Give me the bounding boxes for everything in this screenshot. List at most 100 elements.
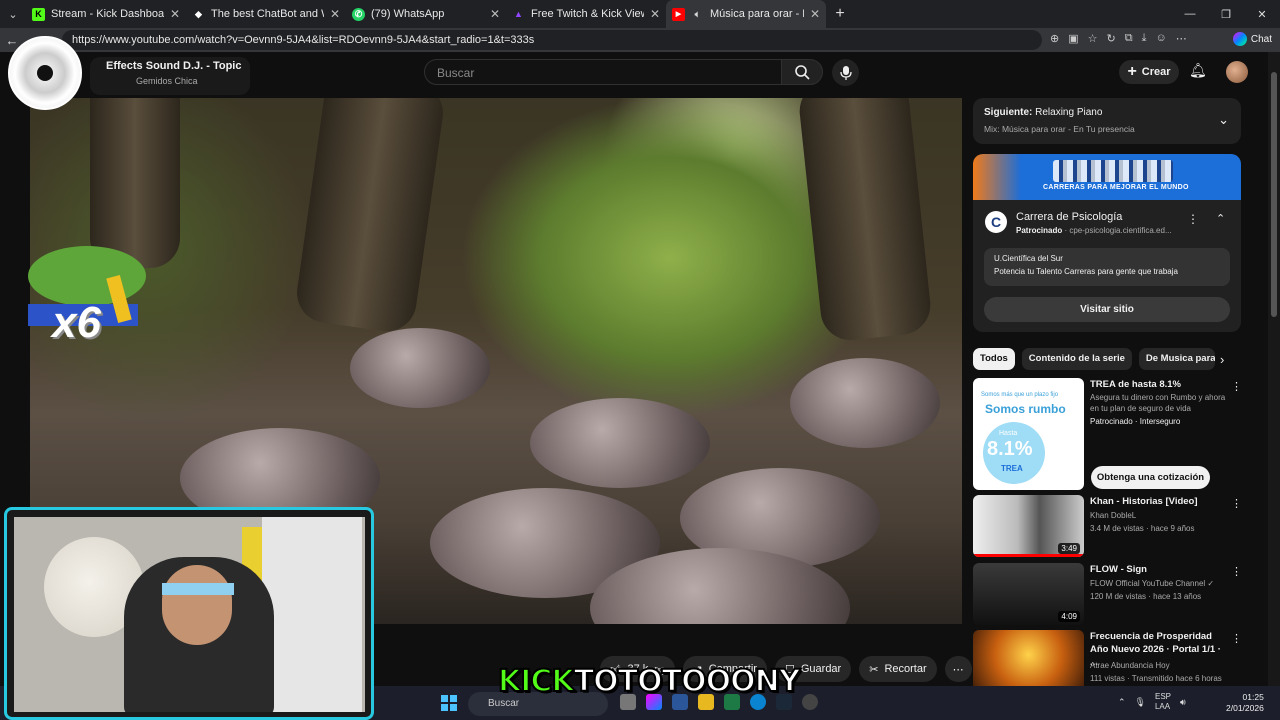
tab-youtube[interactable]: ▶ 🔈︎ Música para orar - En Tu prese ✕	[666, 0, 826, 28]
next-up-mix: Mix: Música para orar - En Tu presencia	[984, 124, 1135, 134]
search-button[interactable]	[781, 59, 823, 85]
tab-viewers[interactable]: ▲ Free Twitch & Kick Viewers - Try 1 ✕	[506, 0, 666, 28]
minimize-icon[interactable]: —	[1172, 0, 1208, 28]
tree-trunk	[796, 98, 934, 344]
ad-advertiser: U.Científica del Sur	[994, 254, 1063, 263]
disc-hole	[37, 65, 53, 81]
ad-title: Carrera de Psicología	[1016, 211, 1123, 223]
copilot-chat-button[interactable]: Chat	[1232, 32, 1272, 46]
more-horizontal-icon: ⋯	[952, 663, 964, 676]
notifications-bell-icon[interactable]: 🔔︎	[1189, 62, 1207, 79]
youtube-icon: ▶	[672, 7, 685, 21]
tray-chevron-up-icon[interactable]: ⌃	[1118, 697, 1126, 708]
search-input[interactable]: Buscar	[424, 59, 782, 85]
speaker-icon[interactable]: 🔈︎	[691, 8, 704, 21]
profile-icon[interactable]: ☺	[1155, 32, 1166, 45]
tab-whatsapp[interactable]: ✆ (79) WhatsApp ✕	[346, 0, 506, 28]
more-vertical-icon[interactable]: ⋮	[1231, 497, 1242, 510]
refresh-icon[interactable]: ↻	[1107, 32, 1116, 45]
thumb-ad-top: Somos más que un plazo fijo	[981, 392, 1059, 398]
chip-todos[interactable]: Todos	[973, 348, 1015, 370]
chip-series[interactable]: Contenido de la serie	[1021, 348, 1132, 370]
thumb-ad-hasta: Hasta	[999, 430, 1018, 437]
thumb-ad-trea: TREA	[1001, 464, 1023, 473]
close-tab-icon[interactable]: ✕	[650, 7, 660, 21]
tab-label: (79) WhatsApp	[371, 8, 445, 20]
watched-progress-bar	[973, 554, 1084, 557]
keyboard-code: LAA	[1154, 702, 1171, 711]
tab-label: Stream - Kick Dashboard	[51, 8, 164, 20]
sponsored-ad-card[interactable]: CARRERAS PARA MEJORAR EL MUNDO C Carrera…	[973, 154, 1241, 332]
favorite-star-icon[interactable]: ☆	[1088, 32, 1098, 45]
chevron-up-icon[interactable]: ⌃	[1216, 212, 1225, 225]
new-tab-icon[interactable]: +	[826, 0, 854, 28]
channel-disc-logo	[8, 36, 82, 110]
list-item[interactable]: 3:49 Khan - Historias [Video] Khan Doble…	[973, 495, 1263, 557]
browser-tab-strip: ⌄ K Stream - Kick Dashboard ✕ ◆ The best…	[0, 0, 1280, 28]
downloads-icon[interactable]: ⤓	[1142, 32, 1147, 45]
more-vertical-icon[interactable]: ⋮	[1231, 632, 1242, 645]
taskbar-clock[interactable]: 01:25 2/01/2026	[1226, 692, 1264, 714]
url-field[interactable]: https://www.youtube.com/watch?v=Oevnn9-5…	[62, 30, 1042, 50]
close-tab-icon[interactable]: ✕	[490, 7, 500, 21]
channel-subtitle: Gemidos Chica	[136, 76, 198, 86]
clock-date: 2/01/2026	[1226, 703, 1264, 713]
language-indicator[interactable]: ESP LAA	[1155, 692, 1171, 712]
obs-icon[interactable]	[802, 694, 818, 710]
create-button[interactable]: + Crear	[1119, 60, 1179, 84]
video-channel: Atrae Abundancia Hoy	[1090, 661, 1170, 670]
chip-musica[interactable]: De Musica para	[1138, 348, 1215, 370]
tab-label: Free Twitch & Kick Viewers - Try 1	[531, 8, 644, 20]
video-duration: 3:49	[1058, 543, 1080, 554]
close-window-icon[interactable]: ✕	[1244, 0, 1280, 28]
close-tab-icon[interactable]: ✕	[170, 7, 180, 21]
chevron-down-icon[interactable]: ⌄	[1218, 112, 1229, 128]
tab-label: The best ChatBot and Widgets for	[211, 8, 324, 20]
tab-chatbot[interactable]: ◆ The best ChatBot and Widgets for ✕	[186, 0, 346, 28]
rock	[350, 328, 490, 408]
translate-icon[interactable]: ⊕	[1050, 32, 1059, 45]
rock	[530, 398, 710, 488]
more-actions-button[interactable]: ⋯	[944, 656, 972, 682]
kick-icon: K	[32, 7, 45, 21]
ad-banner-image: CARRERAS PARA MEJORAR EL MUNDO	[973, 154, 1241, 200]
tab-list-chevron-icon[interactable]: ⌄	[0, 0, 26, 28]
pepe-emote-image	[28, 246, 146, 306]
window-controls: — ❐ ✕	[1172, 0, 1280, 28]
pepe-emote-overlay: x6	[28, 246, 148, 356]
split-screen-icon[interactable]: ▣	[1068, 32, 1078, 45]
kick-streamer-overlay: KICKTOTOTOOONY	[497, 663, 801, 700]
chevron-right-icon[interactable]: ›	[1220, 352, 1224, 367]
extensions-icon[interactable]: ⧉	[1125, 32, 1133, 45]
volume-icon[interactable]: 🔊︎	[1180, 697, 1186, 708]
more-vertical-icon[interactable]: ⋮	[1231, 565, 1242, 578]
visit-site-button[interactable]: Visitar sitio	[984, 297, 1230, 322]
list-item[interactable]: Frecuencia de Prosperidad Año Nuevo 2026…	[973, 630, 1263, 686]
close-tab-icon[interactable]: ✕	[330, 7, 340, 21]
close-tab-icon[interactable]: ✕	[810, 7, 820, 21]
tray-mic-icon[interactable]: 🎙︎	[1135, 697, 1146, 708]
list-item[interactable]: 4:09 FLOW - Sign FLOW Official YouTube C…	[973, 563, 1263, 625]
windows-start-icon[interactable]	[441, 695, 457, 711]
search-icon	[795, 65, 810, 80]
video-stats: 120 M de vistas · hace 13 años	[1090, 592, 1202, 601]
video-channel: FLOW Official YouTube Channel ✓	[1090, 579, 1215, 588]
botrix-icon: ◆	[195, 8, 202, 19]
video-thumbnail: 4:09	[973, 563, 1084, 625]
next-up-panel[interactable]: Siguiente: Relaxing Piano Mix: Música pa…	[973, 98, 1241, 144]
next-up-line: Siguiente: Relaxing Piano	[984, 107, 1230, 118]
microphone-icon	[839, 65, 852, 80]
maximize-icon[interactable]: ❐	[1208, 0, 1244, 28]
voice-search-button[interactable]	[832, 59, 859, 86]
tab-kick-dashboard[interactable]: K Stream - Kick Dashboard ✕	[26, 0, 186, 28]
more-vertical-icon[interactable]: ⋮	[1231, 380, 1242, 393]
more-options-icon[interactable]: ⋯	[1176, 32, 1187, 45]
more-vertical-icon[interactable]: ⋮	[1187, 212, 1199, 226]
avatar[interactable]	[1226, 61, 1248, 83]
quote-cta-button[interactable]: Obtenga una cotización	[1091, 466, 1210, 489]
scrollbar-thumb[interactable]	[1271, 72, 1277, 317]
channel-badge[interactable]: Effects Sound D.J. - Topic Gemidos Chica	[90, 57, 250, 95]
video-channel: Khan DobleL	[1090, 511, 1137, 520]
page-scrollbar[interactable]	[1268, 52, 1280, 686]
clip-button[interactable]: ✂ Recortar	[859, 656, 937, 682]
